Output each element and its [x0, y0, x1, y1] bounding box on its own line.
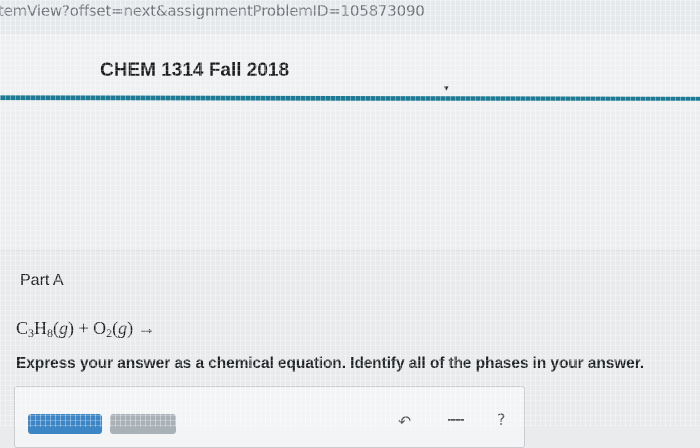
content-spacer [0, 112, 700, 251]
oxygen-subscript: 2 [106, 326, 113, 340]
reaction-arrow: → [137, 318, 156, 338]
symbols-button[interactable] [110, 414, 176, 434]
answer-instructions: Express your answer as a chemical equati… [16, 355, 644, 372]
oxygen-symbol: O [93, 318, 107, 338]
hydrogen-subscript: 8 [47, 326, 54, 340]
carbon-symbol: C [16, 318, 29, 338]
help-icon[interactable]: ? [497, 410, 506, 429]
phase-gas-1: g [59, 318, 69, 338]
course-header: CHEM 1314 Fall 2018 ▾ [0, 34, 700, 96]
page: { "browser": { "url": "temView?offset=ne… [0, 0, 700, 448]
hydrogen-symbol: H [34, 318, 48, 338]
part-label[interactable]: Part A [20, 272, 64, 290]
templates-button[interactable] [28, 414, 102, 434]
course-title: CHEM 1314 Fall 2018 [100, 60, 290, 81]
phase-gas-2: g [118, 318, 128, 338]
reaction-equation: C3H8(g) + O2(g) → [16, 318, 156, 340]
plus-sign: + [78, 318, 89, 338]
url-text[interactable]: temView?offset=next&assignmentProblemID=… [0, 2, 425, 20]
browser-address-bar[interactable]: temView?offset=next&assignmentProblemID=… [0, 0, 700, 35]
mouse-cursor-icon: ▾ [444, 83, 449, 93]
minus-icon[interactable] [448, 419, 464, 421]
undo-arrow-icon[interactable]: ↶ [398, 412, 411, 432]
